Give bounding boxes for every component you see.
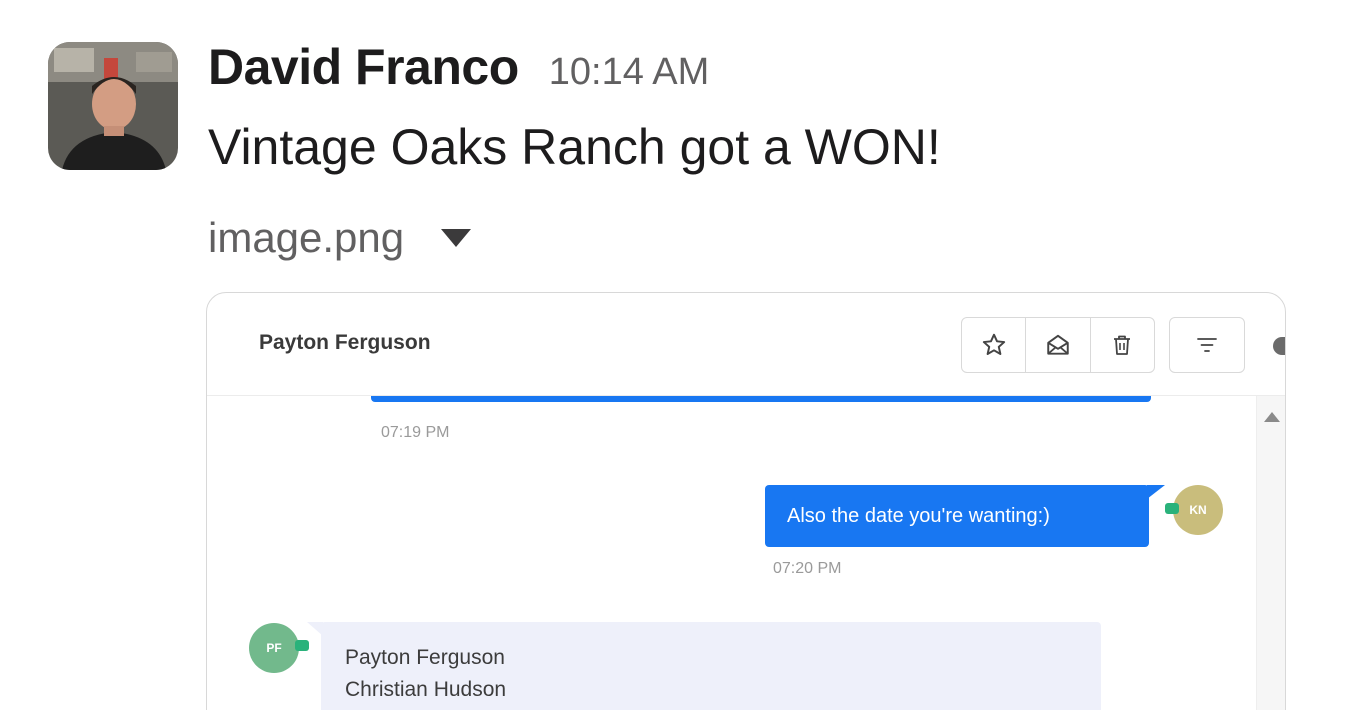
delete-button[interactable]: [1091, 318, 1154, 372]
chat-badge-icon: [1165, 503, 1179, 514]
collapse-attachment-button[interactable]: [438, 223, 474, 253]
image-attachment-preview[interactable]: Payton Ferguson 07:19 PM Also the date y…: [206, 292, 1286, 710]
sender-avatar[interactable]: KN: [1173, 485, 1223, 535]
star-icon: [982, 333, 1005, 355]
star-button[interactable]: [962, 318, 1027, 372]
conversation-toolbar: [961, 317, 1155, 373]
contact-avatar[interactable]: PF: [249, 623, 299, 673]
outgoing-message-bubble: Also the date you're wanting:): [765, 485, 1149, 547]
bubble-tail: [1147, 485, 1165, 499]
scrollbar[interactable]: [1256, 396, 1285, 710]
contact-name: Payton Ferguson: [259, 331, 431, 354]
mark-unread-button[interactable]: [1026, 318, 1091, 372]
incoming-message-line: Christian Hudson: [345, 678, 507, 701]
trash-icon: [1114, 335, 1131, 355]
message-time: 07:20 PM: [773, 560, 842, 577]
filter-icon: [1197, 338, 1217, 352]
message-header: David Franco 10:14 AM: [208, 38, 709, 96]
preview-header: Payton Ferguson: [207, 293, 1285, 396]
scroll-up-icon[interactable]: [1264, 412, 1280, 422]
avatar-initials: KN: [1189, 503, 1207, 517]
chat-badge-icon: [295, 640, 309, 651]
attachment-header: image.png: [208, 214, 474, 262]
message-timestamp[interactable]: 10:14 AM: [549, 51, 710, 94]
user-photo-icon: [48, 42, 178, 170]
slack-message: David Franco 10:14 AM Vintage Oaks Ranch…: [0, 0, 1354, 710]
avatar-initials: PF: [266, 641, 282, 655]
filter-button[interactable]: [1169, 317, 1245, 373]
attachment-filename[interactable]: image.png: [208, 214, 404, 262]
message-time: 07:19 PM: [381, 424, 450, 441]
outgoing-message-text: Also the date you're wanting:): [787, 504, 1050, 527]
author-avatar[interactable]: [48, 42, 178, 170]
incoming-message-line: Payton Ferguson: [345, 646, 505, 669]
conversation-thread: 07:19 PM Also the date you're wanting:) …: [207, 396, 1285, 710]
menu-icon[interactable]: [1273, 337, 1285, 355]
caret-down-icon: [441, 229, 472, 247]
envelope-open-icon: [1047, 334, 1069, 355]
message-text: Vintage Oaks Ranch got a WON!: [208, 119, 941, 175]
previous-message-bubble: [371, 396, 1151, 402]
author-name[interactable]: David Franco: [208, 38, 519, 96]
incoming-message-bubble: Payton Ferguson Christian Hudson: [321, 622, 1101, 710]
